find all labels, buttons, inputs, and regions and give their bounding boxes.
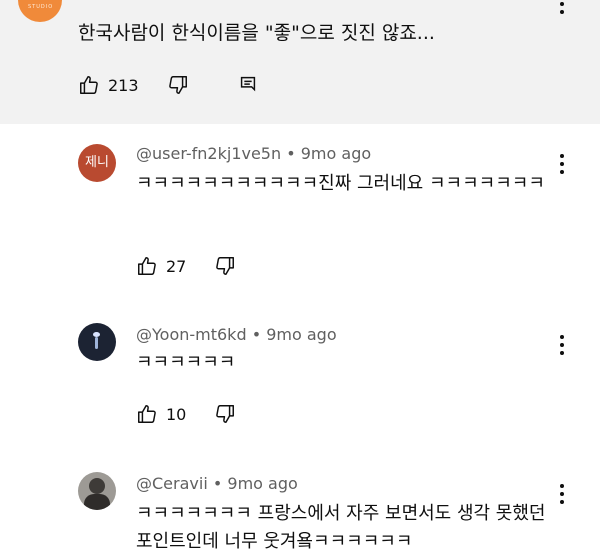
like-count: 10 xyxy=(166,404,187,424)
more-options-icon[interactable] xyxy=(552,482,572,504)
like-count: 27 xyxy=(166,256,187,276)
highlighted-comment: STUDIO 한국사람이 한식이름을 "좋"으로 짓진 않죠... 213 xyxy=(0,0,600,124)
thumbs-down-icon[interactable] xyxy=(214,255,236,277)
avatar[interactable] xyxy=(78,323,116,361)
comment-meta: @user-fn2kj1ve5n • 9mo ago xyxy=(136,144,371,163)
separator: • xyxy=(286,144,296,163)
author-name[interactable]: @user-fn2kj1ve5n xyxy=(136,144,281,163)
comment-actions: 213 xyxy=(78,72,259,98)
comment-meta: @Yoon-mt6kd • 9mo ago xyxy=(136,325,337,344)
comment-text: ㅋㅋㅋㅋㅋㅋㅋㅋㅋㅋㅋ진짜 그러네요 ㅋㅋㅋㅋㅋㅋㅋ xyxy=(136,173,545,194)
avatar[interactable]: STUDIO xyxy=(18,0,62,22)
timestamp[interactable]: 9mo ago xyxy=(266,325,336,344)
comment-actions: 27 xyxy=(136,253,236,279)
thumbs-up-icon[interactable] xyxy=(136,255,158,277)
comment-actions: 10 xyxy=(136,401,236,427)
avatar[interactable] xyxy=(78,472,116,510)
separator: • xyxy=(212,474,223,493)
thumbs-down-icon[interactable] xyxy=(214,403,236,425)
thumbs-up-icon[interactable] xyxy=(136,403,158,425)
author-name[interactable]: @Yoon-mt6kd xyxy=(136,325,247,344)
timestamp[interactable]: 9mo ago xyxy=(227,474,297,493)
comment-meta: @Ceravii • 9mo ago xyxy=(136,474,298,493)
like-count: 213 xyxy=(108,75,139,95)
thumbs-down-icon[interactable] xyxy=(167,74,189,96)
more-options-icon[interactable] xyxy=(552,0,572,14)
avatar[interactable]: 제니 xyxy=(78,144,116,182)
reply-icon[interactable] xyxy=(237,74,259,96)
thumbs-up-icon[interactable] xyxy=(78,74,100,96)
comment-text: ㅋㅋㅋㅋㅋㅋㅋ 프랑스에서 자주 보면서도 생각 못했던 포인트인데 너무 웃겨… xyxy=(136,503,546,552)
avatar-caption: STUDIO xyxy=(28,4,54,10)
avatar-figure xyxy=(89,478,105,494)
timestamp[interactable]: 9mo ago xyxy=(301,144,371,163)
separator: • xyxy=(251,325,262,344)
comment-text: 한국사람이 한식이름을 "좋"으로 짓진 않죠... xyxy=(78,22,435,44)
author-name[interactable]: @Ceravii xyxy=(136,474,208,493)
avatar-figure xyxy=(84,494,110,510)
comment-text: ㅋㅋㅋㅋㅋㅋ xyxy=(136,352,236,373)
